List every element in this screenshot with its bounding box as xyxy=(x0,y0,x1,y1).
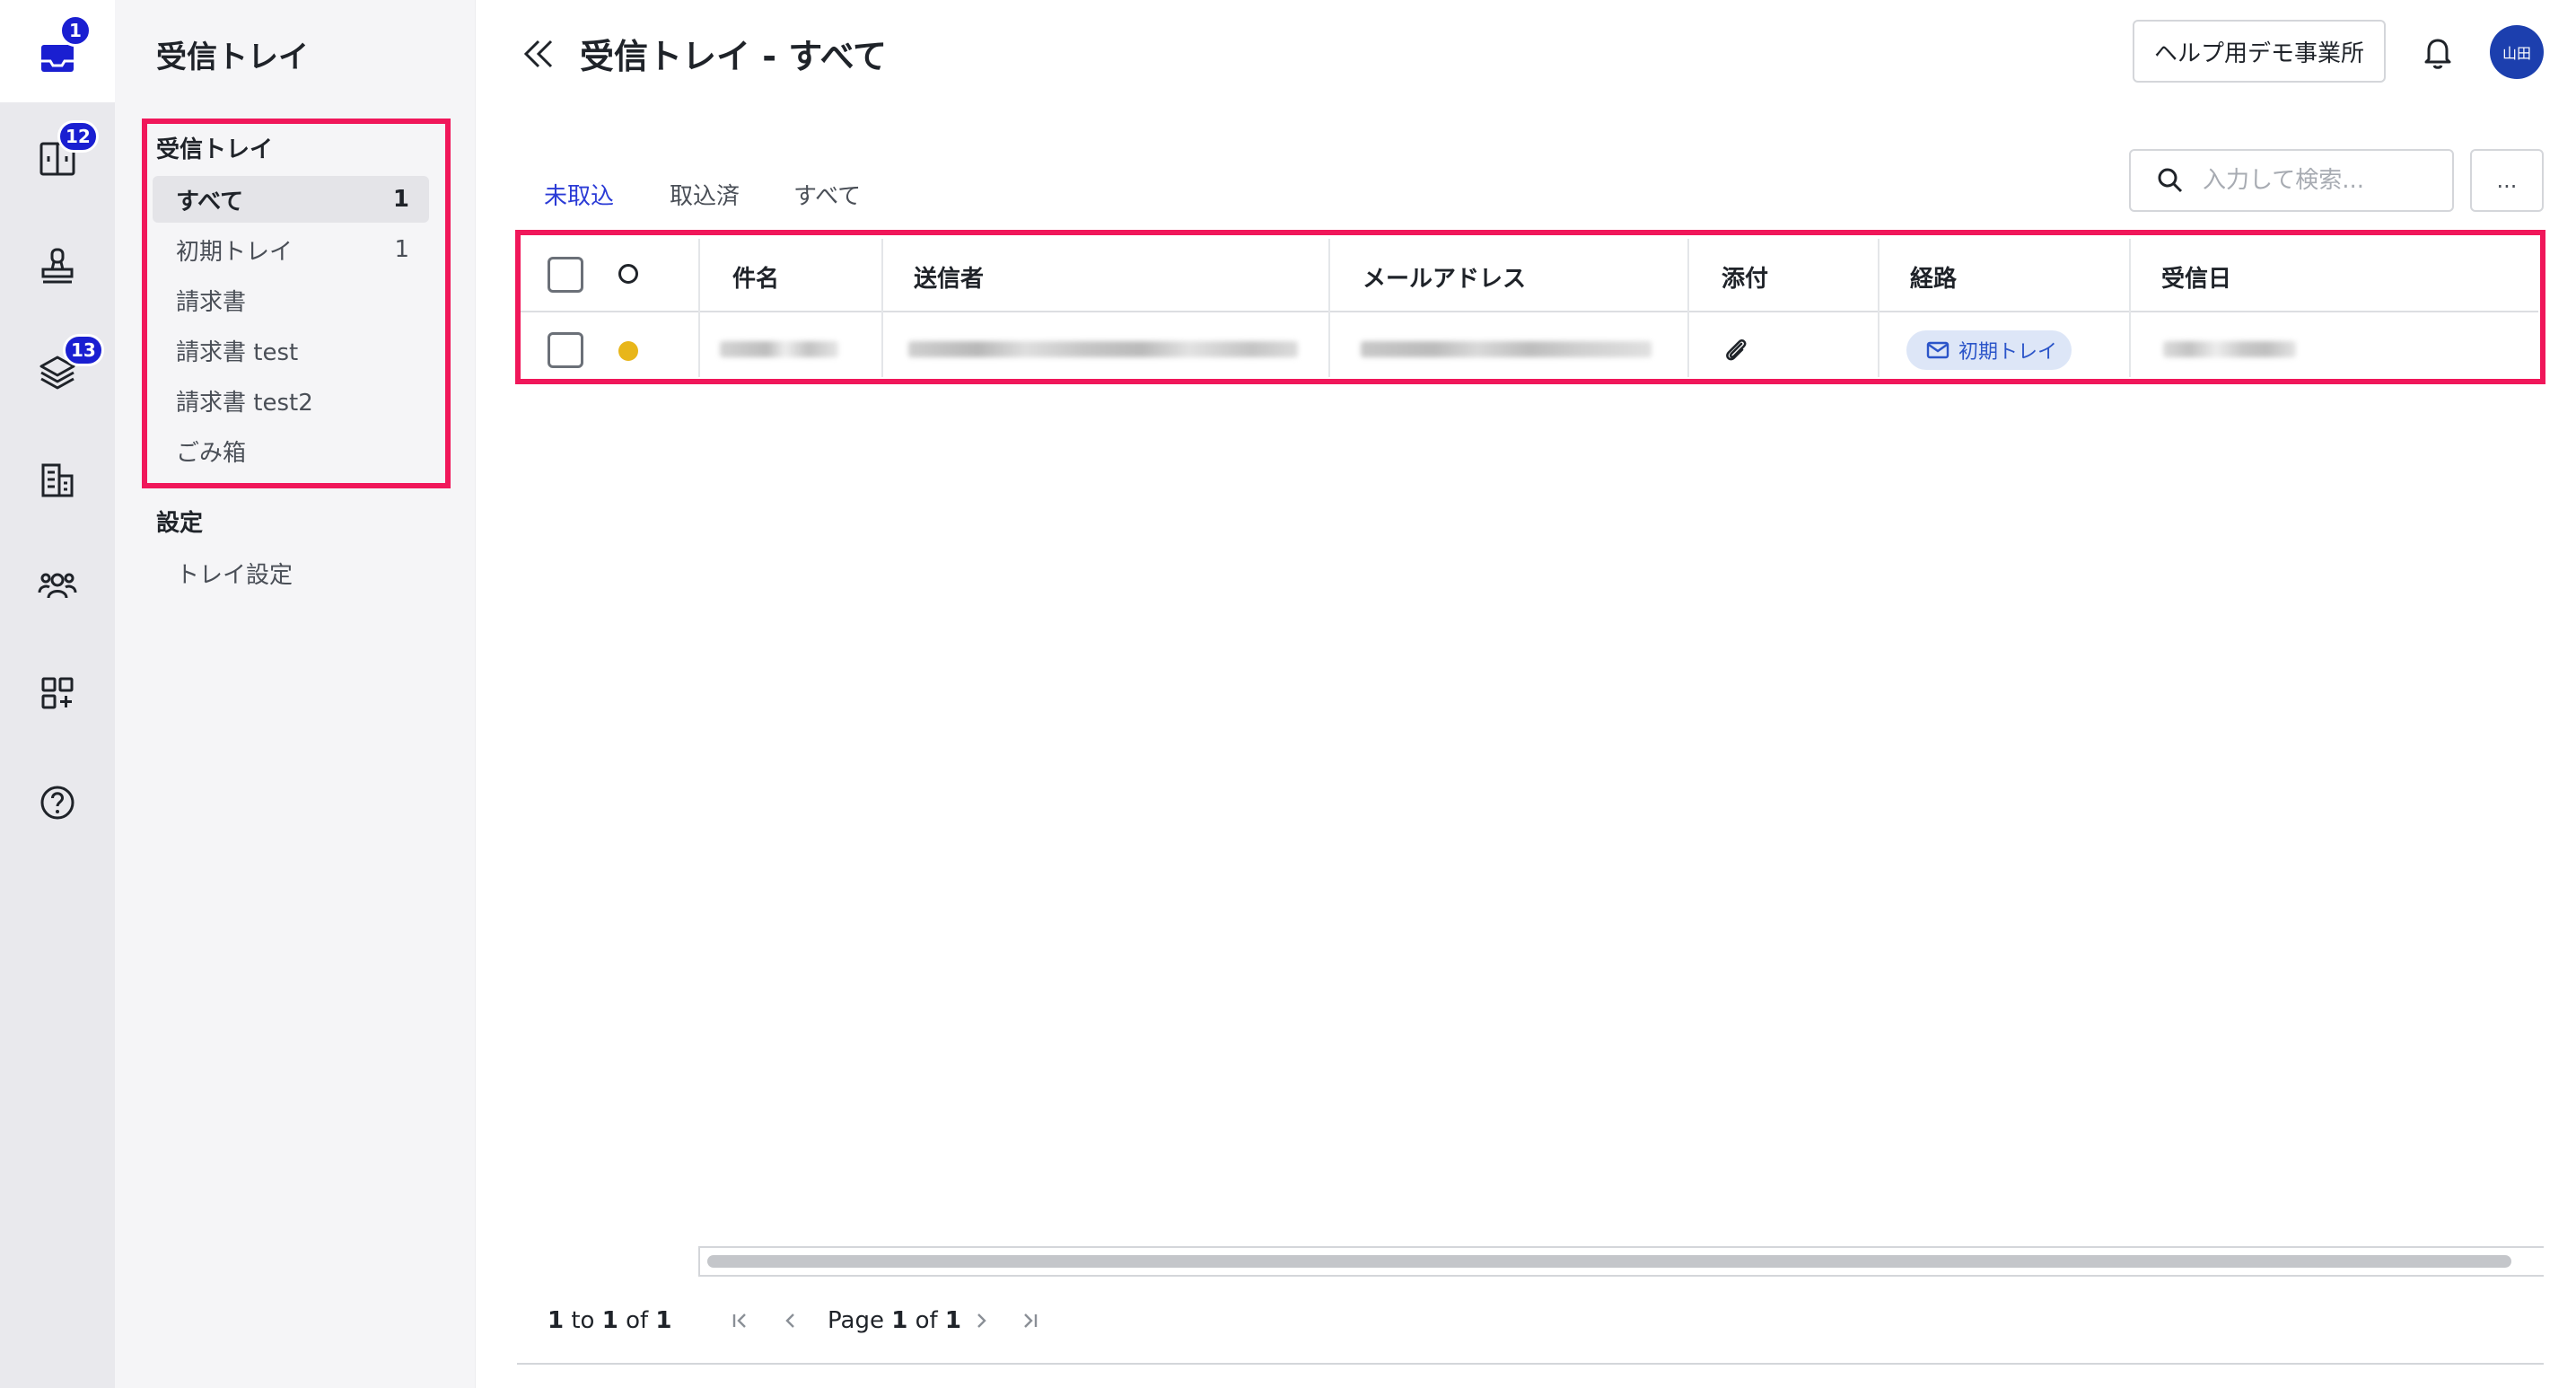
next-page-button[interactable] xyxy=(966,1305,996,1336)
rail-help-button[interactable] xyxy=(27,772,88,833)
tab-all[interactable]: すべて xyxy=(793,178,861,211)
search-input[interactable] xyxy=(2203,167,2445,194)
sidebar-item-label: トレイ設定 xyxy=(176,561,294,589)
current-page: 1 xyxy=(891,1307,908,1334)
tab-not-imported[interactable]: 未取込 xyxy=(544,178,614,211)
pager-divider xyxy=(517,1363,2544,1365)
row-total: 1 xyxy=(655,1307,672,1334)
chevron-left-icon xyxy=(785,1313,794,1328)
collapse-sidebar-icon[interactable] xyxy=(519,34,558,74)
rail-inbox-button[interactable]: 1 xyxy=(27,14,92,88)
bell-icon[interactable] xyxy=(2418,32,2458,72)
first-page-button[interactable] xyxy=(725,1305,756,1336)
search-box xyxy=(2129,149,2454,212)
rail-sort-button[interactable]: 12 xyxy=(27,120,99,189)
previous-page-button[interactable] xyxy=(775,1305,806,1336)
total-pages: 1 xyxy=(944,1307,961,1334)
page-indicator: Page 1 of 1 xyxy=(828,1307,961,1334)
row-count-summary: 1 to 1 of 1 xyxy=(548,1307,672,1334)
users-icon xyxy=(38,573,77,599)
office-switch-button[interactable]: ヘルプ用デモ事業所 xyxy=(2133,20,2386,83)
table-highlight-frame xyxy=(515,230,2545,384)
avatar[interactable]: 山田 xyxy=(2490,25,2544,79)
search-icon xyxy=(2158,168,2183,193)
stamp-icon xyxy=(41,248,74,284)
building-icon xyxy=(41,463,74,497)
rail-layers-button[interactable]: 13 xyxy=(27,334,104,402)
row-to-label: to xyxy=(571,1307,595,1334)
sidebar-highlight-frame xyxy=(142,119,451,488)
last-page-button[interactable] xyxy=(1014,1305,1045,1336)
more-options-button[interactable]: ... xyxy=(2470,149,2544,212)
icon-rail: 1 12 13 xyxy=(0,0,115,1388)
rail-badge: 12 xyxy=(57,120,99,153)
scrollbar-thumb[interactable] xyxy=(707,1255,2511,1268)
row-from: 1 xyxy=(548,1307,565,1334)
rail-badge: 13 xyxy=(63,334,104,366)
tab-imported[interactable]: 取込済 xyxy=(670,178,740,211)
row-to: 1 xyxy=(601,1307,618,1334)
rail-badge: 1 xyxy=(59,14,92,47)
row-of-label: of xyxy=(626,1307,649,1334)
page-label: Page xyxy=(828,1307,884,1334)
page-title: 受信トレイ - すべて xyxy=(580,37,888,76)
sidebar-section-settings: 設定 xyxy=(156,510,204,537)
apps-add-icon xyxy=(41,677,74,709)
rail-users-button[interactable] xyxy=(27,555,88,616)
pinned-columns-scroll-area xyxy=(517,1246,700,1277)
rail-stamp-button[interactable] xyxy=(27,235,88,296)
rail-building-button[interactable] xyxy=(27,449,88,510)
rail-apps-add-button[interactable] xyxy=(27,663,88,724)
sidebar-title: 受信トレイ xyxy=(156,40,309,75)
last-page-icon xyxy=(1024,1313,1038,1328)
first-page-icon xyxy=(732,1313,746,1328)
sidebar-item-tray-settings[interactable]: トレイ設定 xyxy=(153,549,429,596)
help-icon xyxy=(40,786,74,820)
chevron-right-icon xyxy=(977,1313,986,1328)
page-of-label: of xyxy=(915,1307,938,1334)
